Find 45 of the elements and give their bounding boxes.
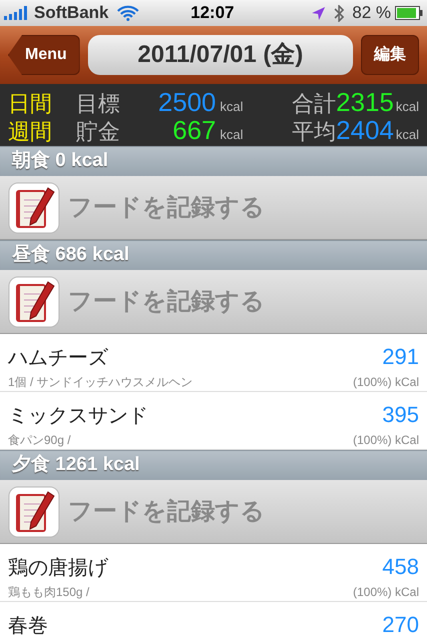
kcal-value: 270	[382, 614, 419, 636]
battery-percent: 82 %	[352, 2, 391, 24]
summary-value: 2404	[336, 117, 394, 143]
edit-button[interactable]: 編集	[361, 35, 419, 75]
unit-text: (100%) kCal	[352, 586, 419, 598]
summary-value: 2315	[336, 89, 394, 115]
kcal-value: 291	[382, 346, 419, 368]
summary-value: 2500	[157, 89, 216, 115]
unit-text: kcal	[220, 128, 244, 141]
summary-value: 667	[172, 117, 216, 143]
food-name: ハムチーズ	[8, 348, 108, 368]
summary-label: 目標	[76, 93, 121, 115]
unit-text: kcal	[396, 100, 419, 113]
kcal-value: 395	[382, 404, 419, 426]
food-detail: 1個 / サンドイッチハウスメルヘン	[8, 376, 193, 388]
section-header: 昼食 686 kcal	[0, 240, 427, 270]
period-label: 週間	[8, 121, 53, 143]
unit-text: (100%) kCal	[352, 376, 419, 388]
menu-back-button[interactable]: Menu	[8, 35, 80, 75]
kcal-value: 458	[382, 556, 419, 578]
bluetooth-icon	[334, 4, 344, 22]
signal-icon	[4, 6, 30, 20]
notebook-pencil-icon	[8, 182, 60, 234]
section-header: 夕食 1261 kcal	[0, 450, 427, 480]
notebook-pencil-icon	[8, 486, 60, 538]
unit-text: kcal	[220, 100, 244, 113]
carrier-text: SoftBank	[34, 2, 109, 24]
wifi-icon	[116, 5, 139, 21]
summary-label: 合計	[292, 93, 336, 115]
notebook-pencil-icon	[8, 276, 60, 328]
food-name: ミックスサンド	[8, 406, 148, 426]
summary-label: 貯金	[76, 121, 121, 143]
summary-label: 平均	[292, 121, 336, 143]
unit-text: kcal	[396, 128, 419, 141]
date-title[interactable]: 2011/07/01 (金)	[88, 35, 353, 75]
location-arrow-icon	[311, 6, 326, 20]
food-name: 春巻	[8, 616, 48, 636]
unit-text: (100%) kCal	[352, 434, 419, 446]
food-detail: 食パン90g /	[8, 434, 71, 446]
period-label: 日間	[8, 93, 53, 115]
battery-icon	[395, 6, 423, 20]
clock-text: 12:07	[190, 2, 234, 24]
food-name: 鶏の唐揚げ	[8, 558, 108, 578]
section-header: 朝食 0 kcal	[0, 146, 427, 176]
food-detail: 鶏もも肉150g /	[8, 586, 90, 598]
